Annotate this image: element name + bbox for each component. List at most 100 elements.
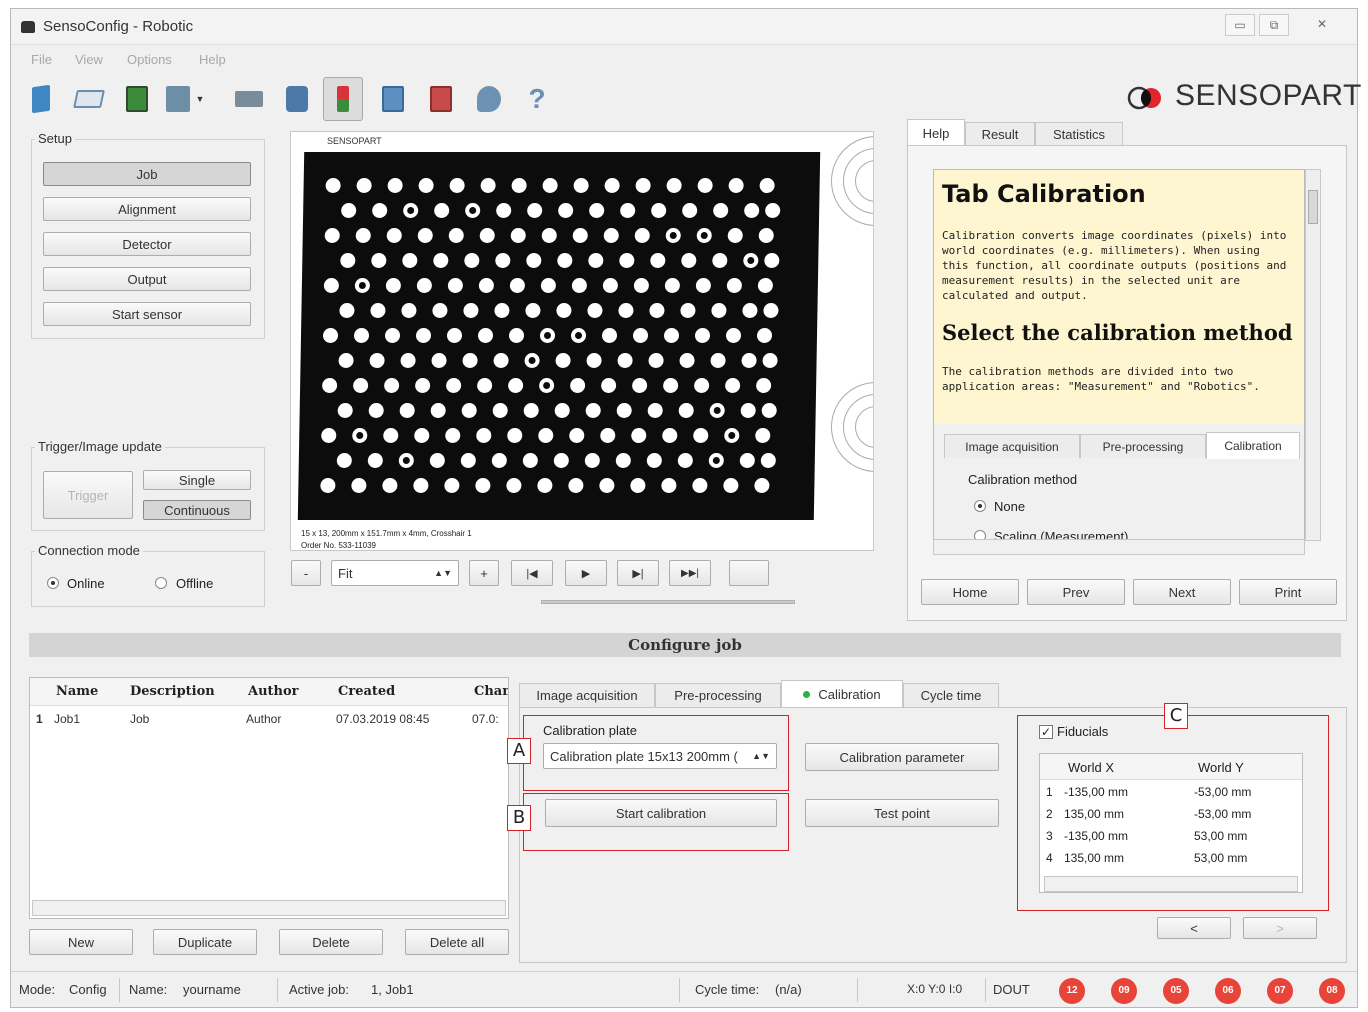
plate-dot (713, 203, 729, 218)
fiducials-next-button[interactable]: > (1243, 917, 1317, 939)
run-icon[interactable] (373, 77, 413, 121)
start-sensor-button[interactable]: Start sensor (43, 302, 251, 326)
plate-dot (697, 178, 713, 193)
col-description[interactable]: Description (130, 684, 215, 699)
delete-all-jobs-button[interactable]: Delete all (405, 929, 509, 955)
zoom-out-button[interactable]: - (291, 560, 321, 586)
tab-image-acquisition[interactable]: Image acquisition (519, 683, 655, 707)
help-home-button[interactable]: Home (921, 579, 1019, 605)
export-icon[interactable]: ▼ (165, 77, 205, 121)
plate-dot (599, 478, 615, 493)
col-name[interactable]: Name (56, 684, 98, 699)
job-description-cell[interactable]: Job (130, 712, 149, 726)
plate-dot (385, 278, 402, 293)
delete-job-button[interactable]: Delete (279, 929, 383, 955)
tab-result[interactable]: Result (965, 122, 1035, 146)
plate-dot (367, 453, 383, 468)
help-prev-button[interactable]: Prev (1027, 579, 1125, 605)
fiducials-prev-button[interactable]: < (1157, 917, 1231, 939)
plate-dot (739, 453, 755, 468)
offline-radio[interactable] (155, 577, 167, 589)
job-name-cell[interactable]: Job1 (54, 712, 80, 726)
tab-cycle-time[interactable]: Cycle time (903, 683, 999, 707)
menu-view[interactable]: View (75, 52, 103, 67)
alignment-button[interactable]: Alignment (43, 197, 251, 221)
job-table[interactable]: Name Description Author Created Chan 1 J… (29, 677, 509, 919)
test-point-button[interactable]: Test point (805, 799, 999, 827)
camera-image-view[interactable]: SENSOPART 15 x 13, 200mm x 151.7mm x 4mm… (290, 131, 874, 551)
plate-dot (589, 203, 605, 218)
zoom-value: Fit (338, 565, 353, 581)
job-button[interactable]: Job (43, 162, 251, 186)
plate-dot (763, 303, 779, 318)
job-created-cell[interactable]: 07.03.2019 08:45 (336, 712, 429, 726)
tab-help[interactable]: Help (907, 119, 965, 146)
detector-button[interactable]: Detector (43, 232, 251, 256)
job-author-cell[interactable]: Author (246, 712, 281, 726)
record-button[interactable] (729, 560, 769, 586)
plate-dot (617, 353, 633, 368)
tab-statistics[interactable]: Statistics (1035, 122, 1123, 146)
plate-dot (692, 478, 708, 493)
help-icon[interactable]: ? (517, 77, 557, 121)
menu-file[interactable]: File (31, 52, 52, 67)
help-vertical-scrollbar[interactable] (1305, 169, 1321, 541)
continuous-button[interactable]: Continuous (143, 500, 251, 520)
save-icon[interactable] (117, 77, 157, 121)
plate-dot (631, 428, 647, 443)
active-dot-icon (803, 690, 811, 698)
col-author[interactable]: Author (248, 684, 299, 699)
restore-button[interactable]: ⧉ (1259, 14, 1289, 36)
col-created[interactable]: Created (338, 684, 395, 699)
calibration-parameter-button[interactable]: Calibration parameter (805, 743, 999, 771)
plate-dot (754, 478, 770, 493)
plate-dot (507, 428, 523, 443)
import-icon[interactable] (229, 77, 269, 121)
plate-dot (369, 353, 385, 368)
single-button[interactable]: Single (143, 470, 251, 490)
new-job-button[interactable]: New (29, 929, 133, 955)
plate-dot (696, 228, 712, 243)
close-button[interactable]: ✕ (1307, 14, 1337, 36)
plate-dot (765, 203, 781, 218)
tab-calibration[interactable]: Calibration (781, 680, 903, 707)
image-slider[interactable] (541, 600, 795, 604)
help-next-button[interactable]: Next (1133, 579, 1231, 605)
online-radio[interactable] (47, 577, 59, 589)
job-changed-cell[interactable]: 07.0: (472, 712, 499, 726)
archive-icon[interactable] (469, 77, 509, 121)
plate-dot (553, 453, 569, 468)
menu-options[interactable]: Options (127, 52, 172, 67)
zoom-select[interactable]: Fit ▲▼ (331, 560, 459, 586)
plate-dot (555, 353, 571, 368)
new-job-icon[interactable] (21, 77, 61, 121)
help-print-button[interactable]: Print (1239, 579, 1337, 605)
plate-dot (585, 403, 601, 418)
compare-icon[interactable] (421, 77, 461, 121)
minimize-button[interactable]: ▭ (1225, 14, 1255, 36)
sensor-icon[interactable] (277, 77, 317, 121)
plate-dot (602, 278, 619, 293)
duplicate-job-button[interactable]: Duplicate (153, 929, 257, 955)
scroll-thumb[interactable] (1308, 190, 1318, 224)
last-frame-button[interactable]: ▶▶| (669, 560, 711, 586)
plate-dot (371, 253, 387, 268)
first-frame-button[interactable]: |◀ (511, 560, 553, 586)
col-changed[interactable]: Chan (474, 684, 508, 699)
plate-dot (633, 278, 650, 293)
plate-dot (418, 178, 434, 193)
play-button[interactable]: ▶ (565, 560, 607, 586)
trigger-button[interactable]: Trigger (43, 471, 133, 519)
plate-dot (352, 428, 368, 443)
open-icon[interactable] (69, 77, 109, 121)
plate-dot (461, 403, 477, 418)
step-button[interactable]: ▶| (617, 560, 659, 586)
help-horizontal-scrollbar[interactable] (933, 539, 1305, 555)
zoom-in-button[interactable]: + (469, 560, 499, 586)
output-button[interactable]: Output (43, 267, 251, 291)
config-icon[interactable] (323, 77, 363, 121)
job-table-scrollbar[interactable] (32, 900, 506, 916)
plate-dot (493, 353, 509, 368)
tab-preprocessing[interactable]: Pre-processing (655, 683, 781, 707)
menu-help[interactable]: Help (199, 52, 226, 67)
